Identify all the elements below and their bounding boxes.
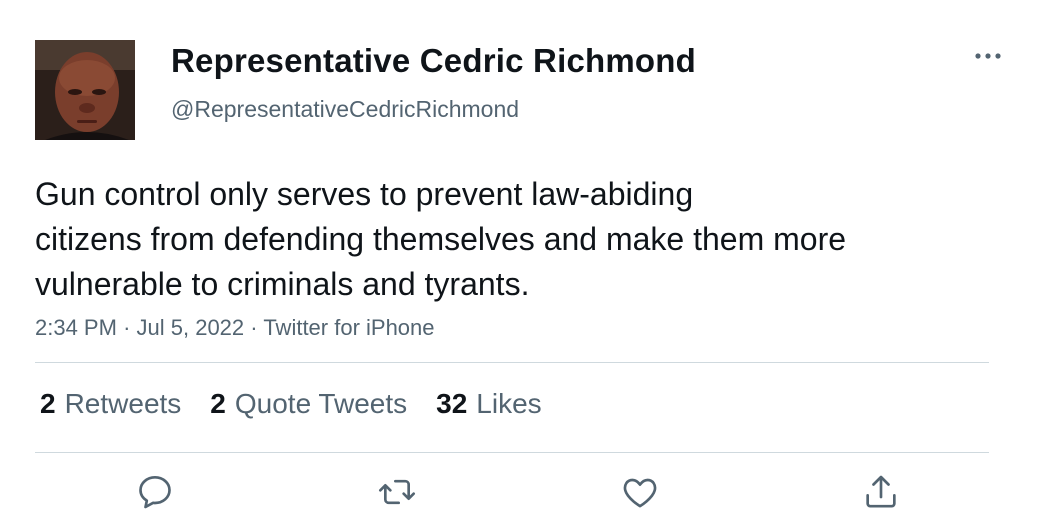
- action-bar: [0, 470, 1050, 520]
- divider: [35, 452, 989, 453]
- tweet-metadata: 2:34 PM · Jul 5, 2022 · Twitter for iPho…: [35, 315, 435, 341]
- tweet-source[interactable]: Twitter for iPhone: [263, 315, 434, 340]
- likes-count: 32: [436, 388, 468, 419]
- more-options-button[interactable]: [972, 44, 1004, 68]
- like-button[interactable]: [618, 470, 662, 514]
- reply-button[interactable]: [133, 470, 177, 514]
- quote-tweets-stat[interactable]: 2 Quote Tweets: [210, 388, 407, 420]
- retweets-label: Retweets: [64, 388, 182, 419]
- tweet-time[interactable]: 2:34 PM: [35, 315, 117, 340]
- tweet-text-line: Gun control only serves to prevent law-a…: [35, 176, 694, 212]
- user-handle[interactable]: @RepresentativeCedricRichmond: [171, 96, 519, 123]
- quote-tweets-label: Quote Tweets: [234, 388, 408, 419]
- retweet-icon: [379, 479, 415, 505]
- tweet-card: Representative Cedric Richmond @Represen…: [0, 0, 1050, 525]
- reply-icon: [139, 476, 171, 509]
- retweets-stat[interactable]: 2 Retweets: [40, 388, 181, 420]
- divider: [35, 362, 989, 363]
- likes-label: Likes: [476, 388, 542, 419]
- tweet-text: Gun control only serves to prevent law-a…: [35, 172, 995, 307]
- retweets-count: 2: [40, 388, 56, 419]
- avatar-image: [35, 40, 135, 140]
- tweet-text-line: citizens from defending themselves and m…: [35, 221, 847, 257]
- likes-stat[interactable]: 32 Likes: [436, 388, 542, 420]
- share-icon: [866, 475, 896, 508]
- share-button[interactable]: [859, 470, 903, 514]
- meta-separator: ·: [123, 315, 137, 340]
- quote-tweets-count: 2: [210, 388, 226, 419]
- display-name[interactable]: Representative Cedric Richmond: [171, 42, 696, 80]
- avatar[interactable]: [35, 40, 135, 140]
- heart-icon: [623, 478, 657, 508]
- meta-separator: ·: [250, 315, 264, 340]
- tweet-date[interactable]: Jul 5, 2022: [137, 315, 245, 340]
- retweet-button[interactable]: [375, 470, 419, 514]
- more-horizontal-icon: [975, 53, 1001, 59]
- tweet-text-line: vulnerable to criminals and tyrants.: [35, 266, 530, 302]
- engagement-stats: 2 Retweets 2 Quote Tweets 32 Likes: [40, 384, 571, 424]
